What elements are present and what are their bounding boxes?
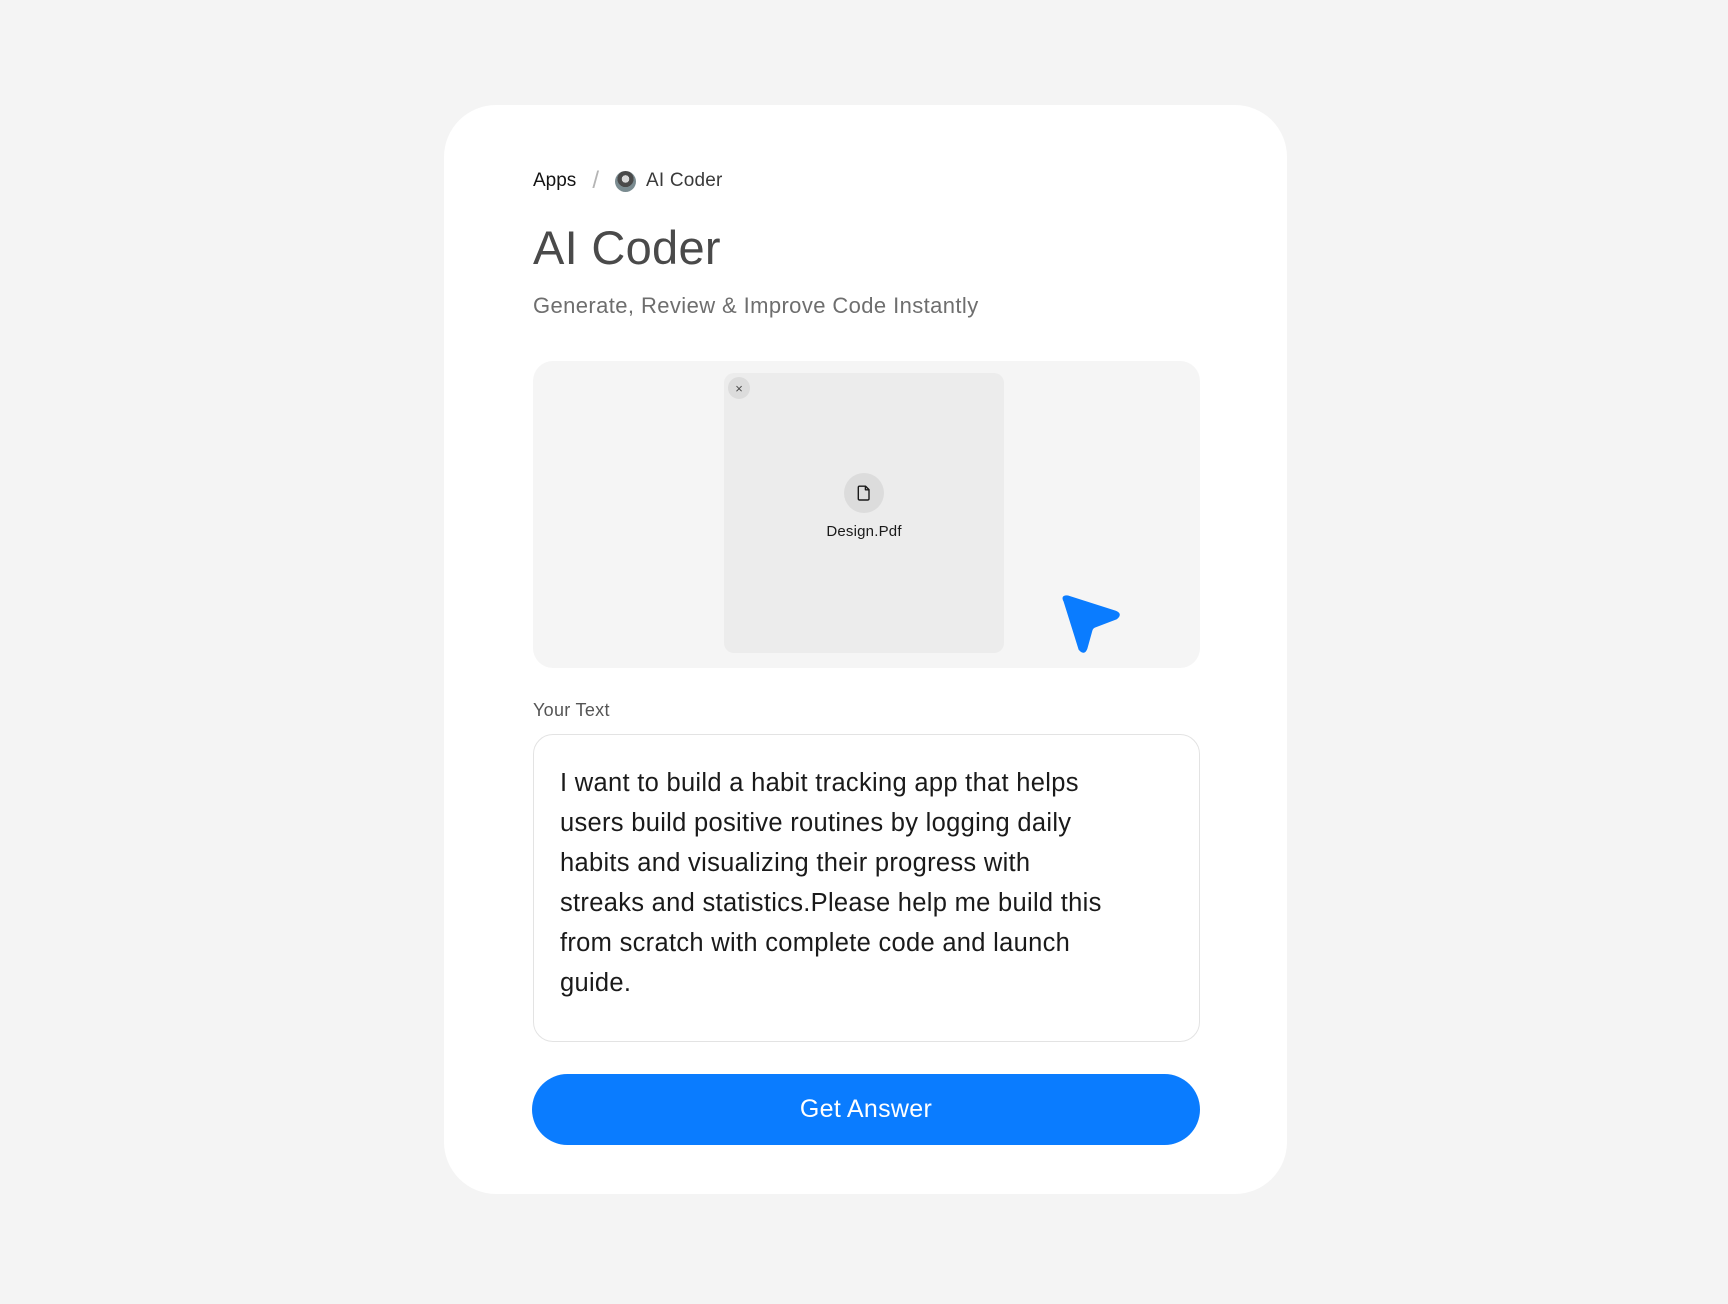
app-card: Apps / AI Coder AI Coder Generate, Revie… [444, 105, 1287, 1194]
file-icon [844, 473, 884, 513]
app-avatar-icon [614, 170, 636, 192]
prompt-text: I want to build a habit tracking app tha… [560, 769, 1102, 997]
page-title: AI Coder [533, 221, 721, 274]
text-field-label: Your Text [533, 700, 610, 720]
get-answer-button[interactable]: Get Answer [532, 1074, 1200, 1145]
breadcrumb: Apps / AI Coder [533, 161, 723, 201]
breadcrumb-apps-link[interactable]: Apps [533, 170, 576, 192]
breadcrumb-separator: / [592, 167, 599, 194]
file-name: Design.Pdf [826, 523, 902, 540]
cursor-pointer-icon [1062, 595, 1120, 653]
prompt-textarea[interactable]: I want to build a habit tracking app tha… [533, 734, 1200, 1042]
document-icon [857, 485, 870, 501]
remove-file-button[interactable]: × [728, 377, 750, 399]
page-subtitle: Generate, Review & Improve Code Instantl… [533, 293, 979, 318]
file-upload-area[interactable]: × Design.Pdf [533, 361, 1200, 668]
breadcrumb-current: AI Coder [645, 170, 723, 191]
uploaded-file-card[interactable]: × Design.Pdf [724, 373, 1004, 653]
